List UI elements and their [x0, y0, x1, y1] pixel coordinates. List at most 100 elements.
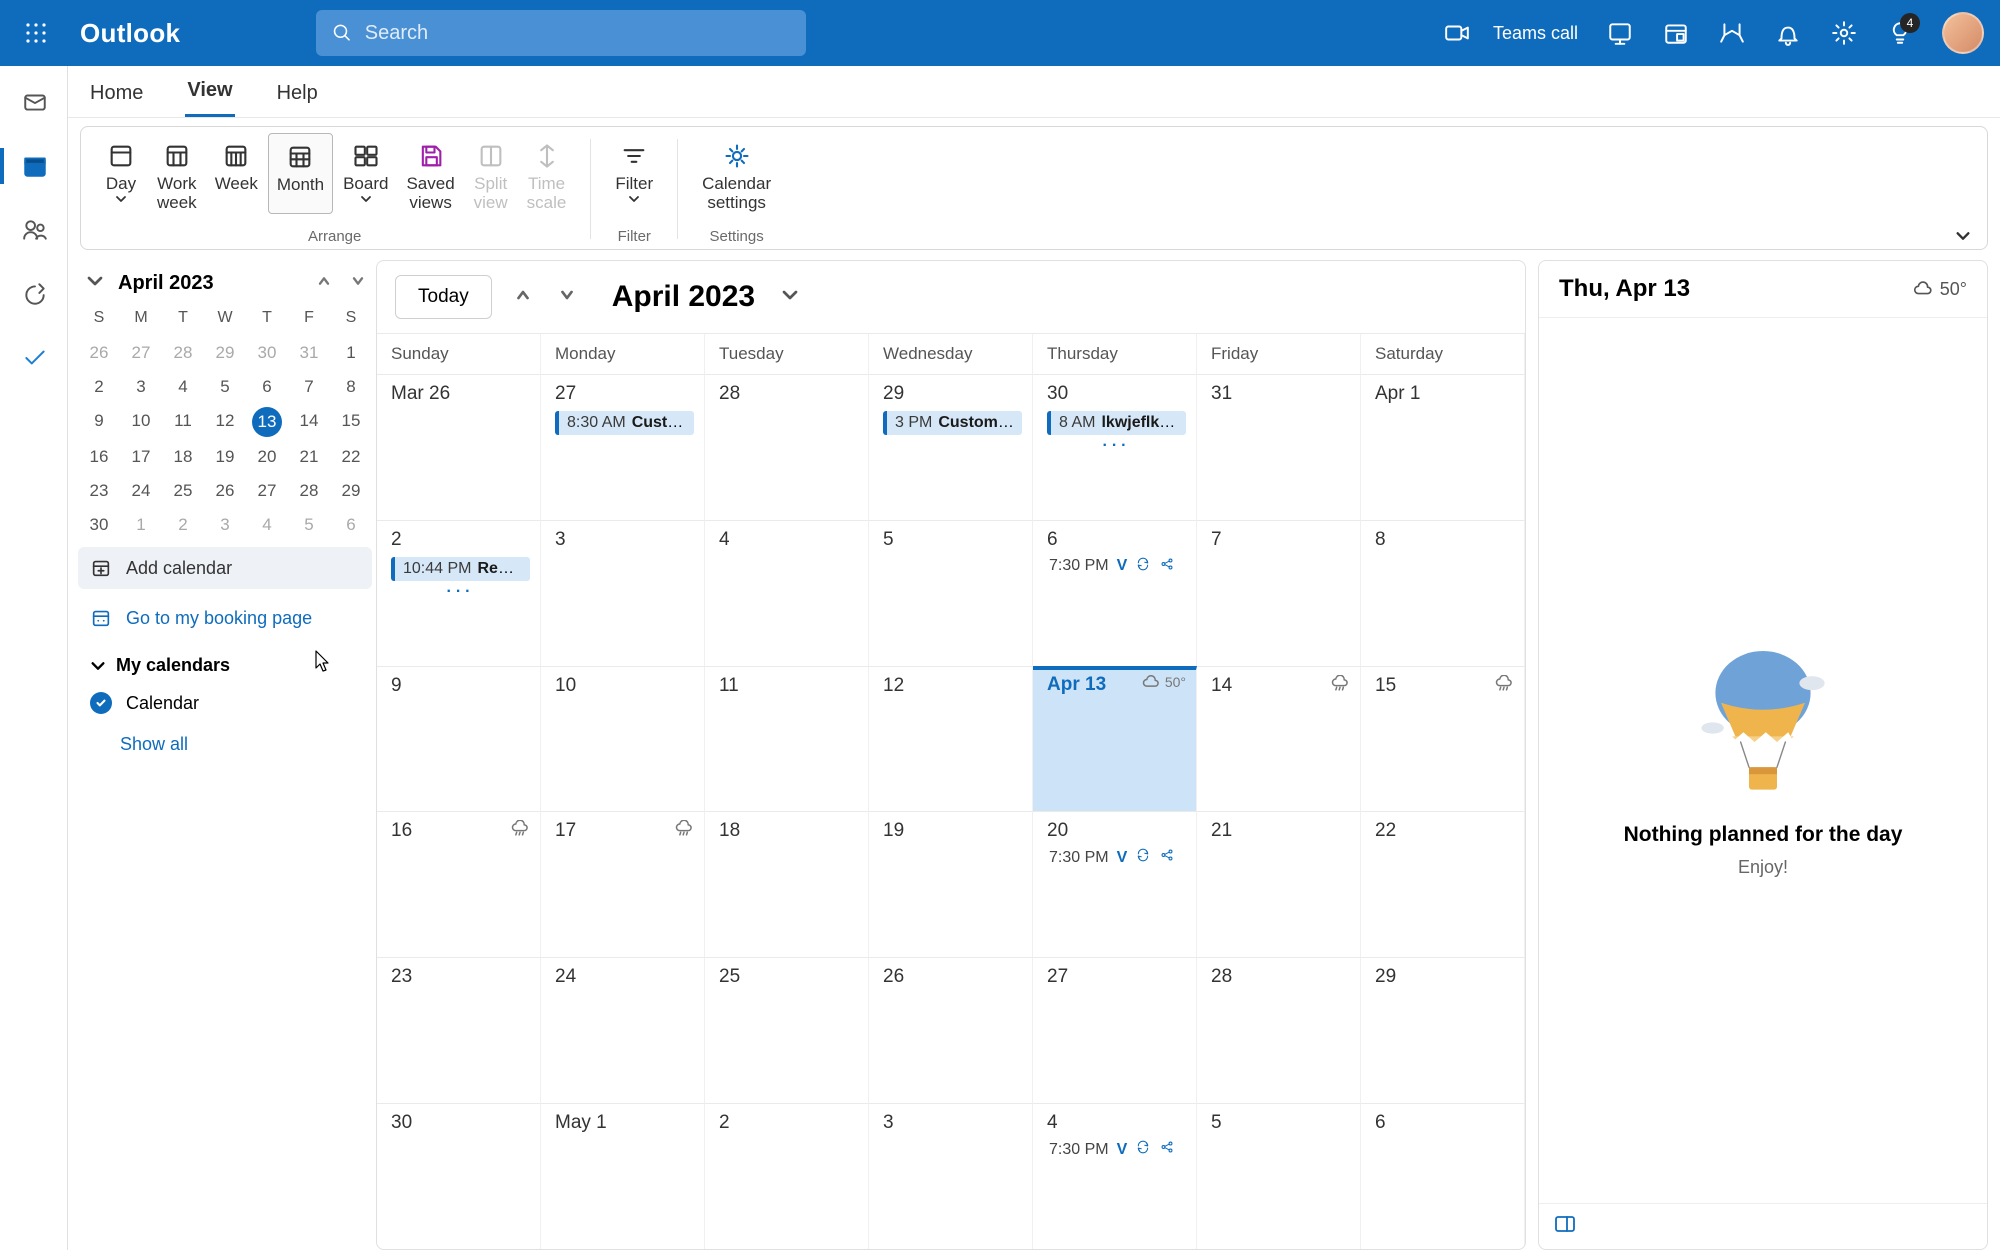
day-weather-icon[interactable] [1330, 675, 1350, 693]
more-events-button[interactable]: ··· [1047, 437, 1186, 455]
day-cell[interactable]: 28 [1197, 957, 1361, 1103]
ribbon-expand-chevron[interactable] [1947, 223, 1979, 249]
rail-todo-icon[interactable] [16, 340, 52, 376]
view-week-button[interactable]: Week [207, 133, 266, 214]
mini-next-month[interactable] [350, 273, 366, 294]
day-cell[interactable]: 23 [377, 957, 541, 1103]
mini-day[interactable]: 2 [162, 511, 204, 539]
search-input[interactable] [365, 22, 791, 45]
day-cell[interactable]: 210:44 PMReserv··· [377, 520, 541, 666]
mini-day[interactable]: 28 [162, 339, 204, 367]
day-weather-icon[interactable] [1494, 675, 1514, 693]
mini-day[interactable]: 1 [120, 511, 162, 539]
mini-day[interactable]: 18 [162, 443, 204, 471]
mini-collapse-chevron[interactable] [86, 273, 108, 294]
mini-day[interactable]: 26 [78, 339, 120, 367]
mini-day[interactable]: 10 [120, 407, 162, 437]
day-cell[interactable]: 17 [541, 811, 705, 957]
day-cell[interactable]: May 1 [541, 1103, 705, 1249]
mini-day[interactable]: 31 [288, 339, 330, 367]
calendar-settings-button[interactable]: Calendar settings [694, 133, 779, 214]
day-cell[interactable]: 2 [705, 1103, 869, 1249]
day-cell[interactable]: Apr 1350° [1033, 666, 1197, 812]
search-box[interactable] [316, 10, 806, 56]
calendar-event[interactable]: 7:30 PMV [1047, 1140, 1186, 1159]
day-cell[interactable]: 18 [705, 811, 869, 957]
ribbon-mode-icon[interactable] [1718, 19, 1746, 47]
mini-day[interactable]: 16 [78, 443, 120, 471]
my-day-icon[interactable] [1662, 19, 1690, 47]
mini-day[interactable]: 22 [330, 443, 372, 471]
day-cell[interactable]: 11 [705, 666, 869, 812]
mini-day[interactable]: 9 [78, 407, 120, 437]
filter-button[interactable]: Filter [607, 133, 661, 206]
day-cell[interactable]: 5 [1197, 1103, 1361, 1249]
rail-people-icon[interactable] [16, 212, 52, 248]
meet-now-icon[interactable] [1606, 19, 1634, 47]
mini-day[interactable]: 20 [246, 443, 288, 471]
day-cell[interactable]: 5 [869, 520, 1033, 666]
day-cell[interactable]: 207:30 PMV [1033, 811, 1197, 957]
mini-day[interactable]: 27 [120, 339, 162, 367]
mini-day[interactable]: 8 [330, 373, 372, 401]
mini-day[interactable]: 19 [204, 443, 246, 471]
mini-day[interactable]: 29 [204, 339, 246, 367]
mini-day[interactable]: 4 [162, 373, 204, 401]
mini-day[interactable]: 4 [246, 511, 288, 539]
mini-day[interactable]: 28 [288, 477, 330, 505]
mini-day[interactable]: 3 [204, 511, 246, 539]
mini-day[interactable]: 25 [162, 477, 204, 505]
day-cell[interactable]: 14 [1197, 666, 1361, 812]
calendar-list-item[interactable]: Calendar [78, 684, 372, 722]
mini-day[interactable]: 11 [162, 407, 204, 437]
app-launcher-icon[interactable] [16, 21, 56, 45]
day-cell[interactable]: 278:30 AMCustom [541, 374, 705, 520]
day-cell[interactable]: Mar 26 [377, 374, 541, 520]
day-cell[interactable]: 6 [1361, 1103, 1525, 1249]
calendar-event[interactable]: 8 AMlkwjeflkwe [1047, 411, 1186, 435]
teams-call-label[interactable]: Teams call [1493, 23, 1578, 44]
today-button[interactable]: Today [395, 275, 492, 319]
day-cell[interactable]: 28 [705, 374, 869, 520]
mini-day[interactable]: 27 [246, 477, 288, 505]
teams-video-icon[interactable] [1443, 19, 1471, 47]
mini-day[interactable]: 24 [120, 477, 162, 505]
mini-day[interactable]: 7 [288, 373, 330, 401]
mini-day[interactable]: 2 [78, 373, 120, 401]
view-day-button[interactable]: Day [95, 133, 147, 214]
mini-day[interactable]: 14 [288, 407, 330, 437]
mini-day[interactable]: 5 [288, 511, 330, 539]
saved-views-button[interactable]: Saved views [398, 133, 462, 214]
day-cell[interactable]: 19 [869, 811, 1033, 957]
settings-icon[interactable] [1830, 19, 1858, 47]
day-cell[interactable]: 67:30 PMV [1033, 520, 1197, 666]
day-cell[interactable]: 4 [705, 520, 869, 666]
tab-help[interactable]: Help [275, 72, 320, 117]
view-board-button[interactable]: Board [335, 133, 396, 214]
day-cell[interactable]: 3 [541, 520, 705, 666]
more-events-button[interactable]: ··· [391, 583, 530, 601]
prev-period-button[interactable] [510, 286, 536, 309]
day-cell[interactable]: 9 [377, 666, 541, 812]
day-cell[interactable]: 293 PMCustom ev [869, 374, 1033, 520]
day-weather[interactable]: 50° [1141, 674, 1186, 690]
day-weather-icon[interactable] [674, 820, 694, 838]
day-cell[interactable]: 308 AMlkwjeflkwe··· [1033, 374, 1197, 520]
mini-day[interactable]: 1 [330, 339, 372, 367]
day-cell[interactable]: 16 [377, 811, 541, 957]
tab-view[interactable]: View [185, 69, 234, 117]
next-period-button[interactable] [554, 286, 580, 309]
day-cell[interactable]: 26 [869, 957, 1033, 1103]
period-dropdown-chevron[interactable] [781, 287, 799, 308]
tips-icon[interactable]: 4 [1886, 19, 1914, 47]
day-cell[interactable]: 15 [1361, 666, 1525, 812]
mini-day[interactable]: 17 [120, 443, 162, 471]
day-cell[interactable]: 8 [1361, 520, 1525, 666]
show-all-calendars[interactable]: Show all [108, 722, 372, 767]
tab-home[interactable]: Home [88, 72, 145, 117]
notifications-icon[interactable] [1774, 19, 1802, 47]
day-cell[interactable]: 31 [1197, 374, 1361, 520]
rail-mail-icon[interactable] [16, 84, 52, 120]
mini-day[interactable]: 12 [204, 407, 246, 437]
add-calendar-button[interactable]: Add calendar [78, 547, 372, 589]
